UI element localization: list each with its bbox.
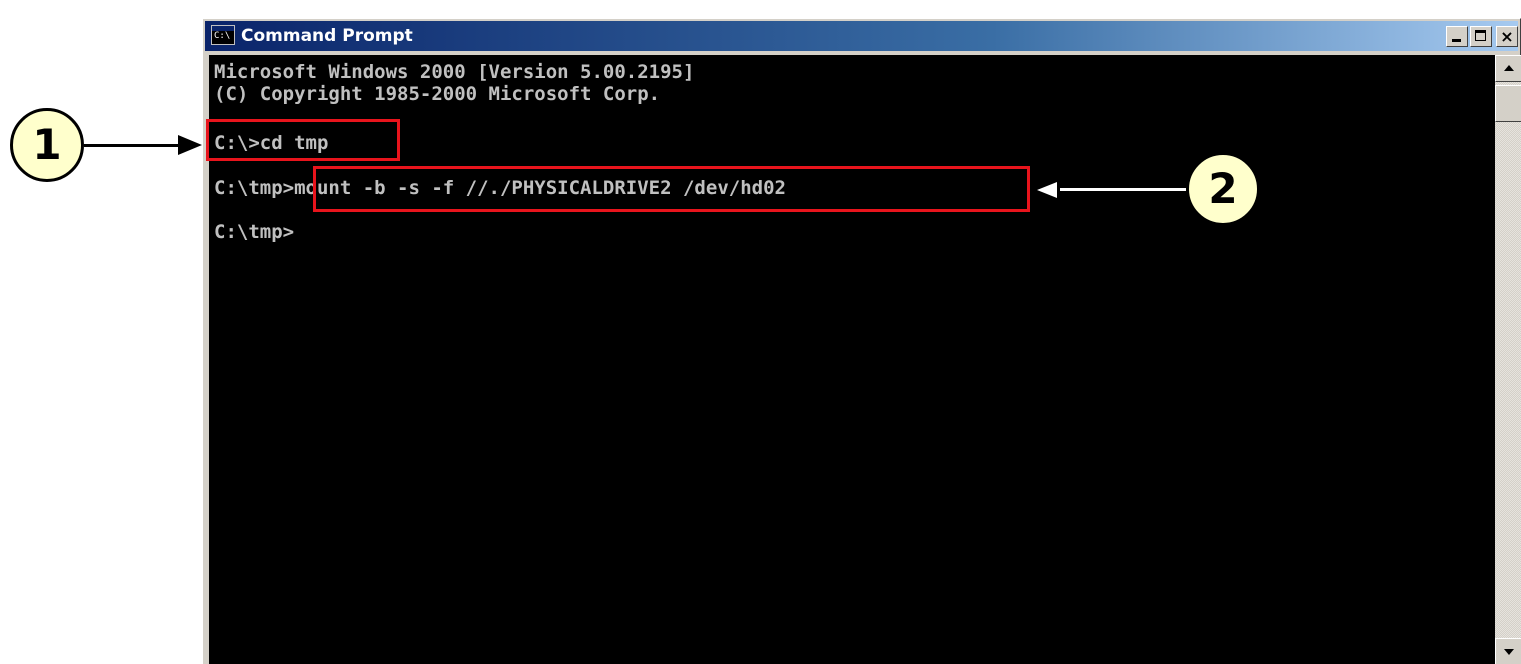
callout-number-2: 2 bbox=[1186, 152, 1260, 226]
callout-2-arrow-line bbox=[1057, 187, 1187, 192]
highlight-box-mount-command bbox=[313, 166, 1030, 212]
arrow-down-icon bbox=[1504, 649, 1514, 655]
console-icon-glyph: C:\ bbox=[214, 31, 231, 41]
scroll-down-button[interactable] bbox=[1495, 638, 1521, 664]
window-title: Command Prompt bbox=[241, 26, 413, 46]
arrow-up-icon bbox=[1504, 65, 1514, 71]
callout-1-arrowhead bbox=[178, 135, 202, 155]
command-prompt-window: C:\ Command Prompt × Microsoft Windows 2… bbox=[202, 18, 1521, 664]
close-button[interactable]: × bbox=[1496, 26, 1518, 47]
scroll-thumb[interactable] bbox=[1495, 85, 1521, 122]
maximize-button[interactable] bbox=[1470, 26, 1492, 47]
console-line: Microsoft Windows 2000 [Version 5.00.219… bbox=[214, 61, 695, 83]
console-line: (C) Copyright 1985-2000 Microsoft Corp. bbox=[214, 83, 661, 105]
scroll-up-button[interactable] bbox=[1495, 55, 1521, 82]
vertical-scrollbar[interactable] bbox=[1495, 55, 1521, 664]
console-icon[interactable]: C:\ bbox=[211, 25, 235, 45]
close-icon: × bbox=[1500, 27, 1514, 46]
callout-number-1: 1 bbox=[10, 108, 84, 182]
console-prompt-line: C:\tmp> bbox=[214, 221, 295, 243]
title-bar[interactable]: C:\ Command Prompt × bbox=[205, 21, 1518, 51]
console-output[interactable]: Microsoft Windows 2000 [Version 5.00.219… bbox=[209, 55, 1495, 664]
highlight-box-cd-command bbox=[206, 119, 400, 161]
minimize-icon bbox=[1452, 39, 1461, 42]
callout-1-arrow-line bbox=[84, 144, 180, 147]
maximize-icon bbox=[1475, 30, 1486, 41]
minimize-button[interactable] bbox=[1446, 26, 1468, 47]
callout-2-arrowhead-fill bbox=[1037, 182, 1057, 198]
